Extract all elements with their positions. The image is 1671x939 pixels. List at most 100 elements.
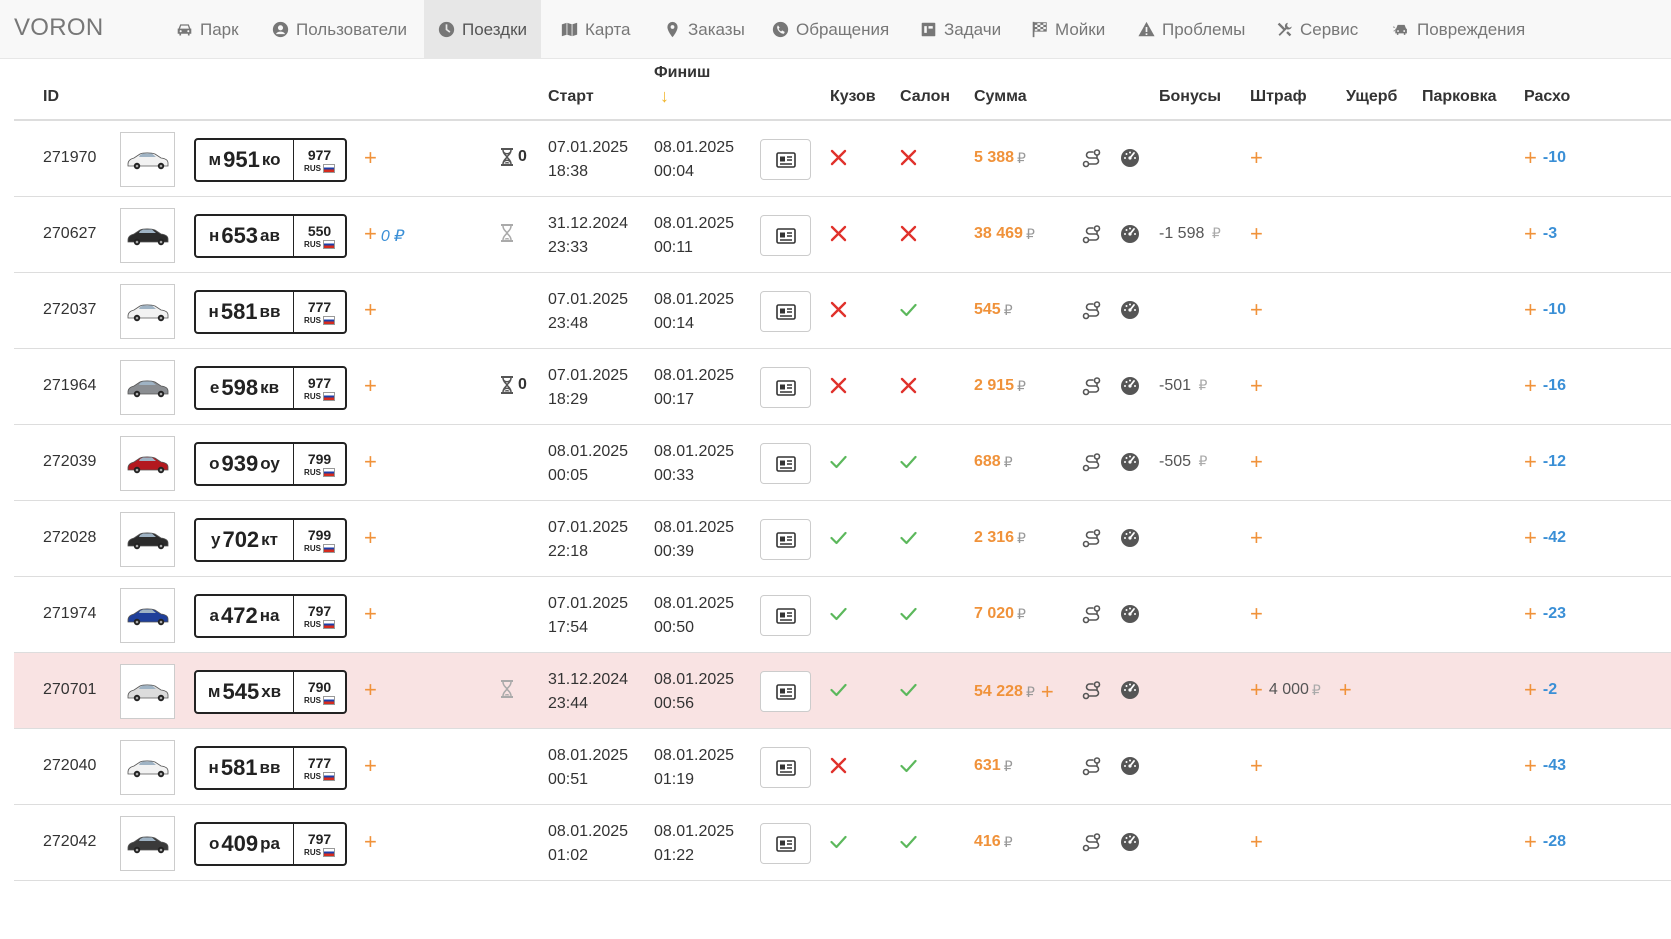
salon-check-icon[interactable]: [900, 681, 917, 703]
add-expense-plus-icon[interactable]: +: [1524, 603, 1537, 625]
trip-id[interactable]: 272040: [43, 757, 96, 775]
body-cross-icon[interactable]: [830, 225, 847, 247]
add-extra-plus-icon[interactable]: +: [364, 145, 377, 170]
license-plate[interactable]: у 702 кт 799 RUS: [194, 518, 347, 562]
nav-item-washes[interactable]: Мойки: [1017, 0, 1119, 59]
car-thumbnail[interactable]: [120, 436, 175, 491]
add-extra-plus-icon[interactable]: +: [364, 373, 377, 398]
speedometer-icon[interactable]: [1120, 376, 1140, 401]
trip-id[interactable]: 270627: [43, 225, 96, 243]
add-expense-plus-icon[interactable]: +: [1524, 679, 1537, 701]
speedometer-icon[interactable]: [1120, 680, 1140, 705]
nav-item-orders[interactable]: Заказы: [650, 0, 759, 59]
nav-item-users[interactable]: Пользователи: [258, 0, 421, 59]
salon-cross-icon[interactable]: [900, 225, 917, 247]
table-row[interactable]: 272037 н 581 вв 777 RUS + 07.01.2025 23:…: [14, 273, 1671, 349]
expense-value[interactable]: -2: [1543, 681, 1557, 699]
salon-cross-icon[interactable]: [900, 149, 917, 171]
car-thumbnail[interactable]: [120, 284, 175, 339]
header-id[interactable]: ID: [43, 88, 59, 106]
speedometer-icon[interactable]: [1120, 148, 1140, 173]
body-cross-icon[interactable]: [830, 377, 847, 399]
add-expense-plus-icon[interactable]: +: [1524, 451, 1537, 473]
documents-button[interactable]: [760, 367, 811, 408]
salon-check-icon[interactable]: [900, 529, 917, 551]
expense-value[interactable]: -12: [1543, 453, 1566, 471]
add-expense-plus-icon[interactable]: +: [1524, 831, 1537, 853]
car-thumbnail[interactable]: [120, 512, 175, 567]
sum-cell[interactable]: 38 469 ₽: [974, 225, 1035, 243]
sum-cell[interactable]: 7 020 ₽: [974, 605, 1026, 623]
expense-value[interactable]: -3: [1543, 225, 1557, 243]
documents-button[interactable]: [760, 519, 811, 560]
add-expense-plus-icon[interactable]: +: [1524, 299, 1537, 321]
route-icon[interactable]: [1082, 300, 1102, 325]
brand-logo[interactable]: VORON: [14, 14, 104, 42]
add-fine-plus-icon[interactable]: +: [1250, 147, 1263, 169]
expense-value[interactable]: -42: [1543, 529, 1566, 547]
route-icon[interactable]: [1082, 604, 1102, 629]
body-cross-icon[interactable]: [830, 149, 847, 171]
header-start[interactable]: Старт: [548, 88, 594, 106]
trip-id[interactable]: 271964: [43, 377, 96, 395]
salon-check-icon[interactable]: [900, 605, 917, 627]
header-finish[interactable]: Финиш: [654, 64, 710, 82]
body-check-icon[interactable]: [830, 681, 847, 703]
table-row[interactable]: 270627 н 653 ав 550 RUS +0 ₽ 31.12.2024 …: [14, 197, 1671, 273]
add-extra-plus-icon[interactable]: +: [364, 449, 377, 474]
documents-button[interactable]: [760, 215, 811, 256]
sum-cell[interactable]: 631 ₽: [974, 757, 1013, 775]
add-fine-plus-icon[interactable]: +: [1250, 755, 1263, 777]
add-extra-plus-icon[interactable]: +: [364, 525, 377, 550]
license-plate[interactable]: н 653 ав 550 RUS: [194, 214, 347, 258]
expense-value[interactable]: -23: [1543, 605, 1566, 623]
add-expense-plus-icon[interactable]: +: [1524, 755, 1537, 777]
license-plate[interactable]: м 545 хв 790 RUS: [194, 670, 347, 714]
add-expense-plus-icon[interactable]: +: [1524, 147, 1537, 169]
license-plate[interactable]: о 409 ра 797 RUS: [194, 822, 347, 866]
nav-item-map[interactable]: Карта: [547, 0, 645, 59]
header-salon[interactable]: Салон: [900, 88, 950, 106]
trip-id[interactable]: 272028: [43, 529, 96, 547]
header-damage[interactable]: Ущерб: [1346, 88, 1397, 106]
body-cross-icon[interactable]: [830, 757, 847, 779]
body-cross-icon[interactable]: [830, 301, 847, 323]
header-bonuses[interactable]: Бонусы: [1159, 88, 1221, 106]
table-row[interactable]: 272028 у 702 кт 799 RUS + 07.01.2025 22:…: [14, 501, 1671, 577]
route-icon[interactable]: [1082, 832, 1102, 857]
speedometer-icon[interactable]: [1120, 528, 1140, 553]
documents-button[interactable]: [760, 139, 811, 180]
car-thumbnail[interactable]: [120, 664, 175, 719]
table-row[interactable]: 271974 а 472 на 797 RUS + 07.01.2025 17:…: [14, 577, 1671, 653]
add-extra-plus-icon[interactable]: +: [364, 677, 377, 702]
add-sum-plus-icon[interactable]: +: [1041, 681, 1054, 703]
expense-value[interactable]: -10: [1543, 301, 1566, 319]
speedometer-icon[interactable]: [1120, 300, 1140, 325]
add-fine-plus-icon[interactable]: +: [1250, 375, 1263, 397]
header-body[interactable]: Кузов: [830, 88, 876, 106]
trip-id[interactable]: 272039: [43, 453, 96, 471]
license-plate[interactable]: о 939 оу 799 RUS: [194, 442, 347, 486]
route-icon[interactable]: [1082, 376, 1102, 401]
salon-cross-icon[interactable]: [900, 377, 917, 399]
car-thumbnail[interactable]: [120, 208, 175, 263]
car-thumbnail[interactable]: [120, 132, 175, 187]
license-plate[interactable]: н 581 вв 777 RUS: [194, 746, 347, 790]
sum-cell[interactable]: 5 388 ₽: [974, 149, 1026, 167]
trip-id[interactable]: 272037: [43, 301, 96, 319]
header-fine[interactable]: Штраф: [1250, 88, 1307, 106]
route-icon[interactable]: [1082, 528, 1102, 553]
body-check-icon[interactable]: [830, 453, 847, 475]
nav-item-problems[interactable]: Проблемы: [1124, 0, 1259, 59]
salon-check-icon[interactable]: [900, 301, 917, 323]
add-fine-plus-icon[interactable]: +: [1250, 603, 1263, 625]
header-expenses[interactable]: Расхо: [1524, 88, 1570, 106]
license-plate[interactable]: а 472 на 797 RUS: [194, 594, 347, 638]
add-fine-plus-icon[interactable]: +: [1250, 451, 1263, 473]
route-icon[interactable]: [1082, 756, 1102, 781]
add-extra-plus-icon[interactable]: +: [364, 297, 377, 322]
license-plate[interactable]: н 581 вв 777 RUS: [194, 290, 347, 334]
expense-value[interactable]: -43: [1543, 757, 1566, 775]
speedometer-icon[interactable]: [1120, 756, 1140, 781]
add-extra-plus-icon[interactable]: +: [364, 753, 377, 778]
